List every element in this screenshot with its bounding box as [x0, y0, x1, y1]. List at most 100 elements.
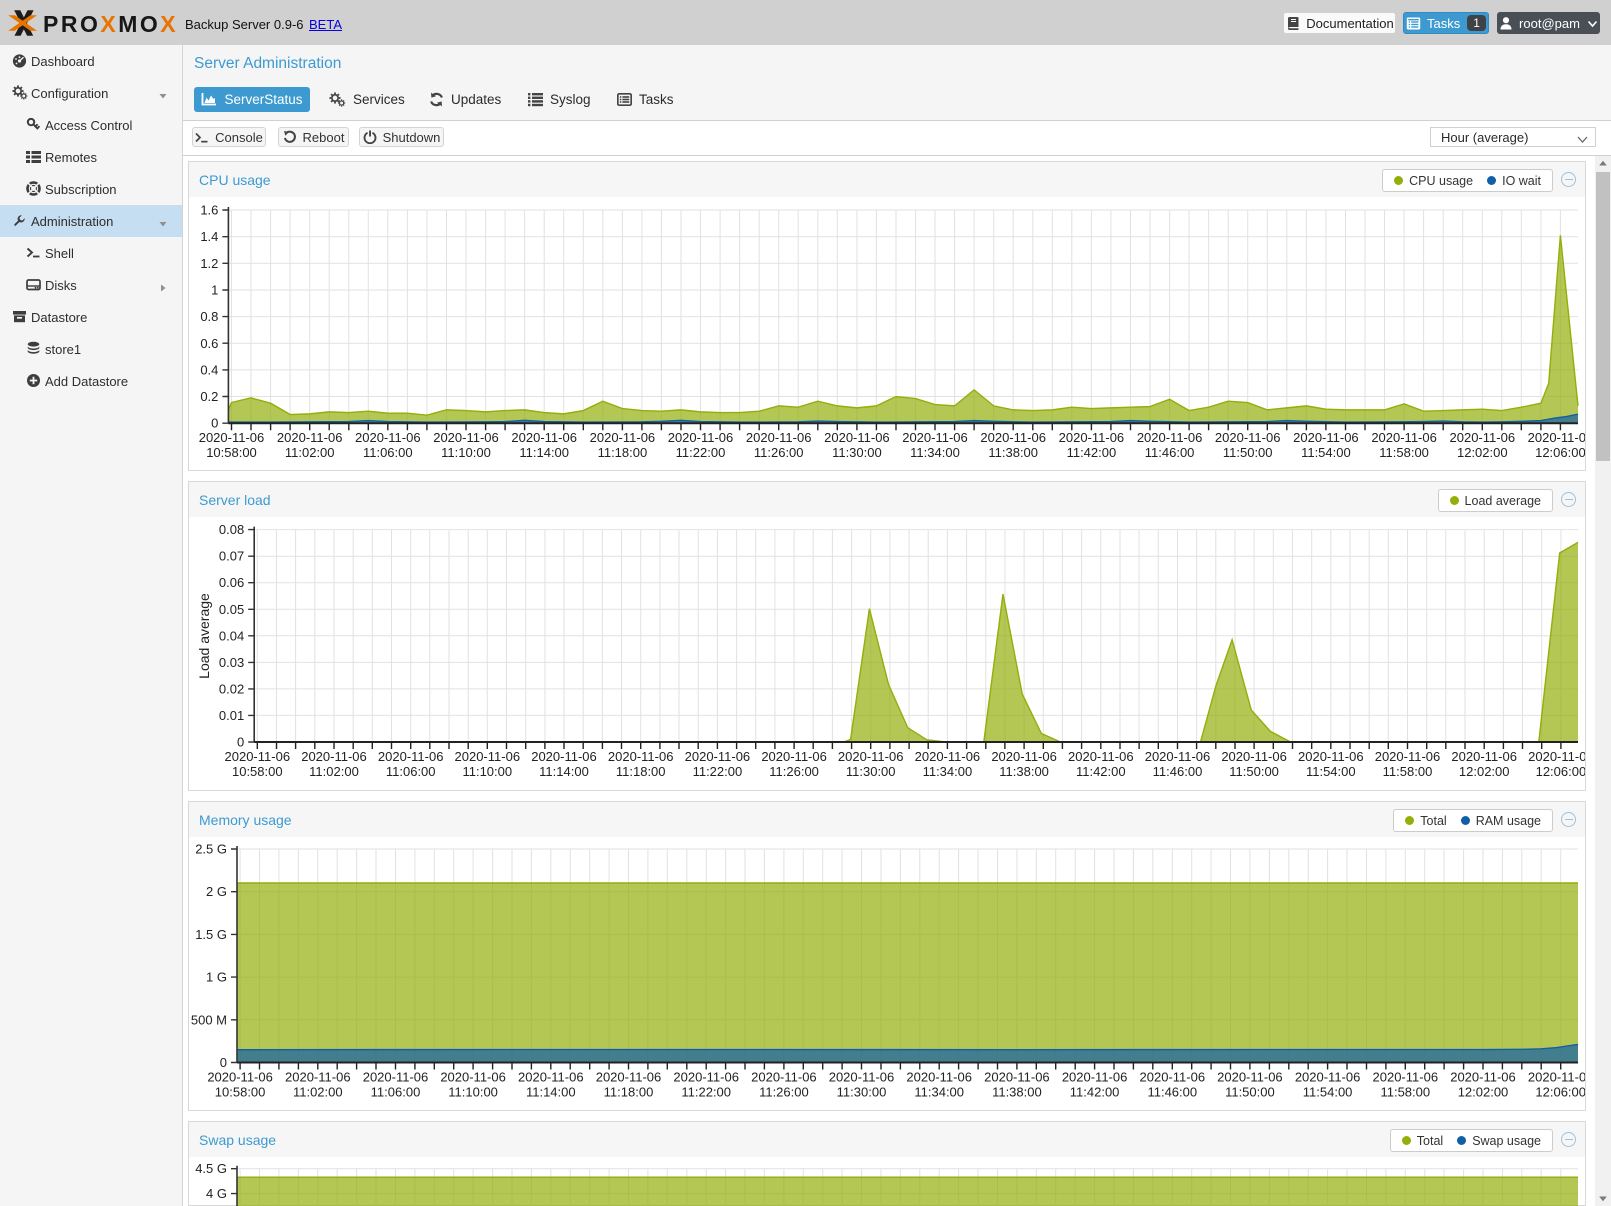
svg-text:2020-11-06: 2020-11-06 [838, 749, 904, 764]
svg-text:0.03: 0.03 [219, 655, 244, 670]
svg-text:2020-11-06: 2020-11-06 [1137, 430, 1203, 445]
svg-text:11:18:00: 11:18:00 [616, 764, 666, 779]
svg-text:12:06:00: 12:06:00 [1535, 1085, 1585, 1100]
svg-text:2020-11-06: 2020-11-06 [1145, 749, 1211, 764]
svg-text:0: 0 [211, 416, 218, 431]
svg-text:2020-11-06: 2020-11-06 [673, 1070, 739, 1085]
svg-text:0.4: 0.4 [200, 362, 218, 377]
svg-text:11:10:00: 11:10:00 [462, 764, 512, 779]
svg-text:2020-11-06: 2020-11-06 [433, 430, 499, 445]
svg-text:11:34:00: 11:34:00 [923, 764, 973, 779]
svg-text:0.06: 0.06 [219, 575, 244, 590]
svg-text:11:14:00: 11:14:00 [526, 1085, 576, 1100]
svg-text:11:50:00: 11:50:00 [1229, 764, 1279, 779]
svg-text:11:06:00: 11:06:00 [371, 1085, 421, 1100]
svg-text:2020-11-06: 2020-11-06 [518, 1070, 584, 1085]
svg-text:11:42:00: 11:42:00 [1076, 764, 1126, 779]
svg-text:11:18:00: 11:18:00 [598, 445, 648, 460]
svg-text:11:30:00: 11:30:00 [837, 1085, 887, 1100]
svg-text:1.2: 1.2 [200, 256, 218, 271]
svg-text:1.6: 1.6 [200, 203, 218, 218]
svg-text:0.6: 0.6 [200, 336, 218, 351]
svg-text:0.07: 0.07 [219, 549, 244, 564]
svg-text:2020-11-06: 2020-11-06 [301, 749, 367, 764]
svg-text:2020-11-06: 2020-11-06 [1528, 430, 1585, 445]
svg-text:2020-11-06: 2020-11-06 [511, 430, 577, 445]
svg-text:11:06:00: 11:06:00 [363, 445, 413, 460]
svg-text:2020-11-06: 2020-11-06 [277, 430, 343, 445]
svg-text:2020-11-06: 2020-11-06 [1298, 749, 1364, 764]
svg-text:2020-11-06: 2020-11-06 [761, 749, 827, 764]
svg-text:11:06:00: 11:06:00 [386, 764, 436, 779]
svg-text:2020-11-06: 2020-11-06 [1450, 430, 1516, 445]
svg-text:2020-11-06: 2020-11-06 [829, 1070, 895, 1085]
svg-text:11:34:00: 11:34:00 [910, 445, 960, 460]
svg-text:2020-11-06: 2020-11-06 [984, 1070, 1050, 1085]
svg-text:11:34:00: 11:34:00 [914, 1085, 964, 1100]
svg-text:1 G: 1 G [206, 970, 227, 985]
svg-text:11:02:00: 11:02:00 [293, 1085, 343, 1100]
svg-text:11:10:00: 11:10:00 [441, 445, 491, 460]
svg-text:2020-11-06: 2020-11-06 [824, 430, 890, 445]
svg-text:11:58:00: 11:58:00 [1380, 1085, 1430, 1100]
svg-text:2020-11-06: 2020-11-06 [590, 430, 656, 445]
svg-text:0.02: 0.02 [219, 681, 244, 696]
svg-text:2020-11-06: 2020-11-06 [285, 1070, 351, 1085]
svg-text:2020-11-06: 2020-11-06 [596, 1070, 662, 1085]
svg-text:2020-11-06: 2020-11-06 [668, 430, 734, 445]
svg-text:11:42:00: 11:42:00 [1067, 445, 1117, 460]
svg-text:11:50:00: 11:50:00 [1223, 445, 1273, 460]
svg-text:0.05: 0.05 [219, 602, 244, 617]
svg-text:2020-11-06: 2020-11-06 [1371, 430, 1437, 445]
svg-text:2020-11-06: 2020-11-06 [1373, 1070, 1439, 1085]
svg-text:10:58:00: 10:58:00 [206, 445, 257, 460]
svg-text:2020-11-06: 2020-11-06 [915, 749, 981, 764]
svg-text:0: 0 [220, 1055, 227, 1070]
svg-text:0: 0 [237, 735, 244, 750]
svg-text:2020-11-06: 2020-11-06 [1295, 1070, 1361, 1085]
svg-text:11:02:00: 11:02:00 [285, 445, 335, 460]
svg-text:11:10:00: 11:10:00 [448, 1085, 498, 1100]
svg-text:2020-11-06: 2020-11-06 [207, 1070, 273, 1085]
svg-text:1.4: 1.4 [200, 229, 218, 244]
svg-text:11:38:00: 11:38:00 [999, 764, 1049, 779]
svg-text:0.04: 0.04 [219, 628, 244, 643]
svg-text:0.8: 0.8 [200, 309, 218, 324]
svg-text:11:54:00: 11:54:00 [1306, 764, 1356, 779]
svg-text:11:54:00: 11:54:00 [1301, 445, 1351, 460]
svg-text:11:22:00: 11:22:00 [676, 445, 726, 460]
svg-text:2020-11-06: 2020-11-06 [1528, 749, 1585, 764]
svg-text:2020-11-06: 2020-11-06 [355, 430, 421, 445]
svg-text:11:14:00: 11:14:00 [519, 445, 569, 460]
svg-text:12:02:00: 12:02:00 [1458, 1085, 1509, 1100]
svg-text:2020-11-06: 2020-11-06 [980, 430, 1046, 445]
svg-text:Load average: Load average [196, 593, 212, 679]
svg-text:11:46:00: 11:46:00 [1147, 1085, 1197, 1100]
svg-text:2020-11-06: 2020-11-06 [746, 430, 812, 445]
svg-text:4.5 G: 4.5 G [195, 1161, 227, 1176]
svg-text:0.2: 0.2 [200, 389, 218, 404]
svg-text:11:46:00: 11:46:00 [1145, 445, 1195, 460]
svg-text:2020-11-06: 2020-11-06 [1221, 749, 1287, 764]
svg-text:11:30:00: 11:30:00 [832, 445, 882, 460]
svg-text:12:06:00: 12:06:00 [1536, 764, 1585, 779]
svg-text:11:42:00: 11:42:00 [1070, 1085, 1120, 1100]
svg-text:11:22:00: 11:22:00 [693, 764, 743, 779]
svg-text:2020-11-06: 2020-11-06 [1215, 430, 1281, 445]
svg-text:500 M: 500 M [191, 1012, 227, 1027]
svg-text:2020-11-06: 2020-11-06 [608, 749, 674, 764]
svg-text:2020-11-06: 2020-11-06 [991, 749, 1057, 764]
svg-text:2020-11-06: 2020-11-06 [751, 1070, 817, 1085]
svg-text:2020-11-06: 2020-11-06 [199, 430, 265, 445]
svg-text:1: 1 [211, 283, 218, 298]
svg-text:2020-11-06: 2020-11-06 [455, 749, 521, 764]
svg-text:2020-11-06: 2020-11-06 [1068, 749, 1134, 764]
svg-text:11:54:00: 11:54:00 [1303, 1085, 1353, 1100]
svg-text:2020-11-06: 2020-11-06 [225, 749, 291, 764]
svg-text:11:38:00: 11:38:00 [988, 445, 1038, 460]
svg-text:2 G: 2 G [206, 884, 227, 899]
svg-text:11:58:00: 11:58:00 [1383, 764, 1433, 779]
svg-text:4 G: 4 G [206, 1186, 227, 1201]
svg-text:2020-11-06: 2020-11-06 [1140, 1070, 1206, 1085]
svg-text:12:06:00: 12:06:00 [1535, 445, 1585, 460]
